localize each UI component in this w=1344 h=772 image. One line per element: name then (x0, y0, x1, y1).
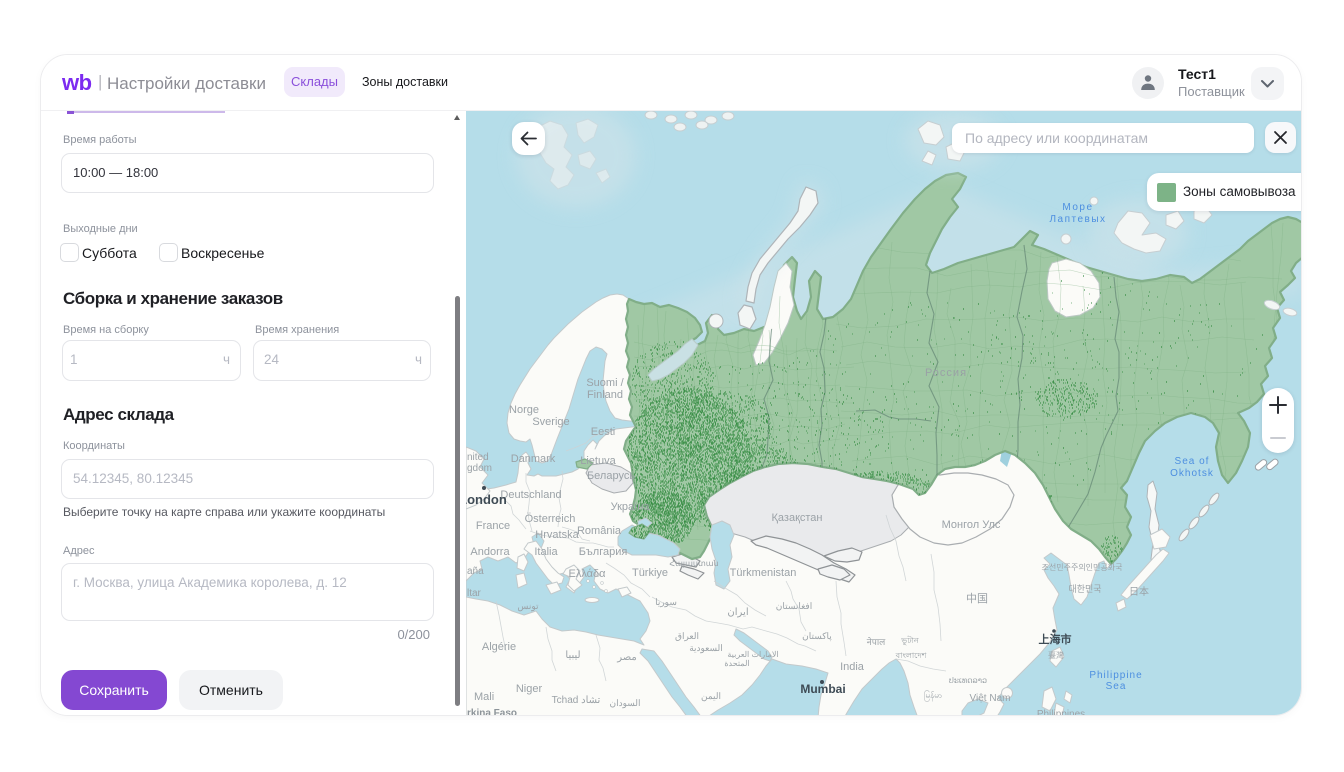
svg-text:Türkiye: Türkiye (632, 567, 668, 579)
svg-text:افغانستان: افغانستان (776, 601, 813, 611)
svg-text:ایران: ایران (727, 607, 748, 618)
svg-text:gdom: gdom (467, 463, 492, 474)
svg-text:Norge: Norge (509, 404, 539, 416)
svg-text:Okhotsk: Okhotsk (1170, 468, 1214, 479)
svg-text:London: London (466, 492, 507, 507)
svg-text:Россия: Россия (925, 367, 967, 379)
svg-text:nited: nited (467, 452, 489, 463)
svg-text:المتحدة: المتحدة (724, 659, 749, 668)
svg-text:تونس: تونس (517, 601, 539, 612)
svg-text:سوريا: سوريا (655, 597, 677, 608)
svg-text:Suomi /: Suomi / (586, 377, 624, 389)
svg-text:Hrvatska: Hrvatska (535, 529, 579, 541)
svg-text:조선민주주의인민공화국: 조선민주주의인민공화국 (1042, 562, 1123, 572)
svg-text:대한민국: 대한민국 (1068, 584, 1101, 594)
svg-text:Lietuva: Lietuva (580, 455, 616, 467)
svg-text:Algérie: Algérie (482, 641, 516, 653)
svg-text:Eesti: Eesti (591, 426, 615, 438)
svg-text:اليمن: اليمن (701, 691, 721, 702)
svg-text:ليبيا: ليبيا (565, 650, 580, 661)
svg-text:Niger: Niger (516, 683, 543, 695)
svg-text:नेपाल: नेपाल (867, 636, 886, 647)
svg-text:Philippines: Philippines (1037, 709, 1085, 716)
svg-text:rkina Faso: rkina Faso (467, 708, 517, 716)
svg-text:السعودية: السعودية (689, 643, 723, 654)
svg-text:Лаптевых: Лаптевых (1049, 214, 1106, 225)
svg-text:日本: 日本 (1129, 585, 1149, 598)
svg-text:Море: Море (1062, 202, 1093, 213)
svg-text:Österreich: Österreich (525, 513, 576, 525)
svg-text:Mali: Mali (474, 691, 494, 703)
svg-text:India: India (840, 661, 865, 673)
svg-text:ປະເທດລາວ: ປະເທດລາວ (949, 676, 987, 685)
svg-text:Беларусь: Беларусь (587, 470, 635, 482)
svg-text:Україна: Україна (611, 501, 651, 513)
svg-text:臺灣: 臺灣 (1048, 650, 1064, 660)
svg-text:中国: 中国 (966, 592, 988, 605)
svg-text:Монгол Улс: Монгол Улс (942, 519, 1001, 531)
svg-text:France: France (476, 520, 510, 532)
svg-text:上海市: 上海市 (1039, 632, 1072, 646)
svg-text:العراق: العراق (675, 631, 699, 642)
svg-text:বাংলাদেশ: বাংলাদেশ (895, 651, 927, 660)
svg-text:Қазақстан: Қазақстан (772, 512, 823, 524)
svg-text:Türkmenistan: Türkmenistan (730, 567, 797, 579)
svg-text:Danmark: Danmark (511, 453, 556, 465)
svg-text:aña: aña (467, 566, 484, 577)
svg-text:Sea: Sea (1106, 681, 1127, 692)
svg-text:پاکستان: پاکستان (802, 631, 832, 642)
svg-text:Philippine: Philippine (1089, 670, 1142, 681)
svg-text:Mumbai: Mumbai (800, 682, 845, 696)
svg-text:مصر: مصر (616, 652, 637, 663)
svg-text:Andorra: Andorra (470, 546, 510, 558)
svg-text:ভুটান: ভুটান (900, 635, 919, 645)
svg-text:Հայաստան: Հայաստան (669, 559, 718, 568)
svg-text:România: România (577, 525, 622, 537)
svg-text:Italia: Italia (534, 546, 558, 558)
svg-text:Sea of: Sea of (1175, 456, 1210, 467)
svg-text:ltar: ltar (467, 588, 482, 599)
svg-text:Ελλάδα: Ελλάδα (568, 568, 606, 580)
svg-text:السودان: السودان (609, 698, 640, 709)
svg-text:Deutschland: Deutschland (500, 489, 561, 501)
svg-text:Finland: Finland (587, 389, 623, 401)
svg-text:България: България (579, 546, 628, 558)
svg-text:Việt Nam: Việt Nam (970, 693, 1011, 704)
svg-text:Tchad تشاد: Tchad تشاد (552, 695, 601, 706)
svg-text:Sverige: Sverige (532, 416, 569, 428)
svg-text:الامارات العربية: الامارات العربية (727, 650, 778, 659)
